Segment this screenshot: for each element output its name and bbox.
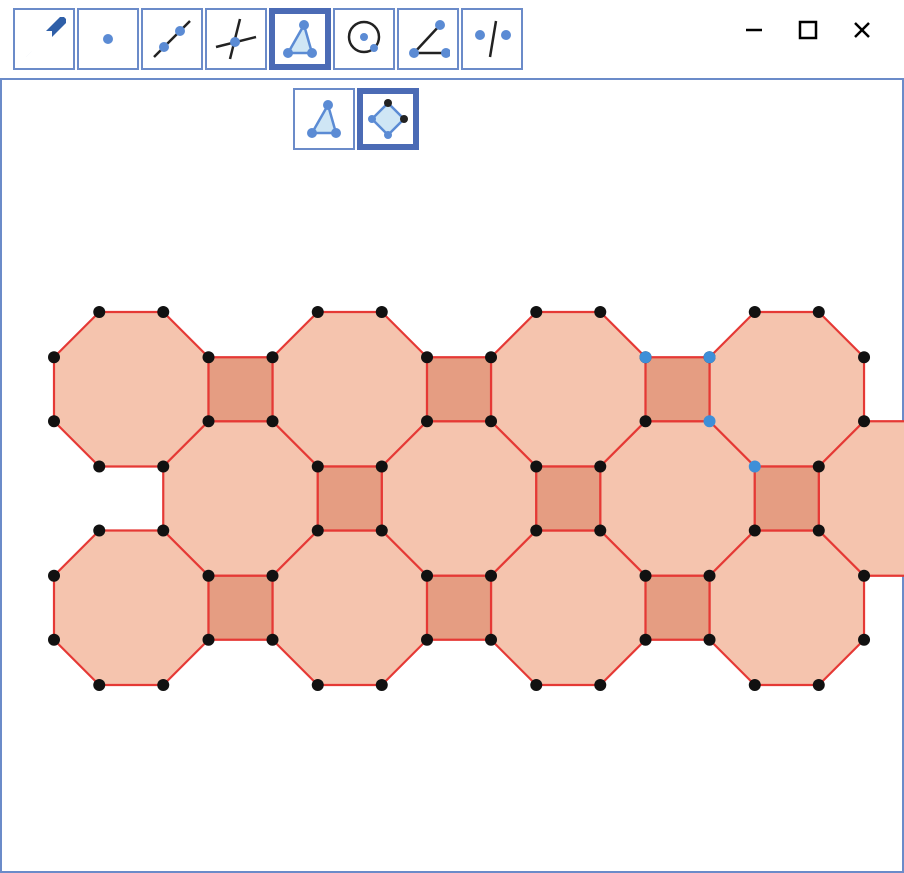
vertex-point[interactable] [267, 570, 279, 582]
vertex-point[interactable] [157, 525, 169, 537]
vertex-point[interactable] [749, 461, 761, 473]
vertex-point[interactable] [813, 679, 825, 691]
octagon[interactable] [710, 531, 865, 686]
vertex-point[interactable] [203, 351, 215, 363]
vertex-point[interactable] [376, 679, 388, 691]
vertex-point[interactable] [640, 415, 652, 427]
vertex-point[interactable] [48, 634, 60, 646]
geometry-app-window [0, 0, 904, 873]
vertex-point[interactable] [813, 525, 825, 537]
vertex-point[interactable] [48, 415, 60, 427]
vertex-point[interactable] [530, 679, 542, 691]
vertex-point[interactable] [485, 351, 497, 363]
vertex-point[interactable] [813, 461, 825, 473]
square[interactable] [646, 576, 710, 640]
octagon[interactable] [491, 531, 646, 686]
square[interactable] [209, 357, 273, 421]
square[interactable] [646, 357, 710, 421]
vertex-point[interactable] [421, 570, 433, 582]
vertex-point[interactable] [48, 570, 60, 582]
vertex-point[interactable] [485, 634, 497, 646]
vertex-point[interactable] [813, 306, 825, 318]
vertex-point[interactable] [704, 415, 716, 427]
vertex-point[interactable] [312, 461, 324, 473]
vertex-point[interactable] [93, 679, 105, 691]
vertex-point[interactable] [858, 415, 870, 427]
vertex-point[interactable] [157, 679, 169, 691]
vertex-point[interactable] [640, 570, 652, 582]
vertex-point[interactable] [530, 306, 542, 318]
vertex-point[interactable] [157, 306, 169, 318]
vertex-point[interactable] [93, 461, 105, 473]
square[interactable] [318, 467, 382, 531]
vertex-point[interactable] [93, 306, 105, 318]
vertex-point[interactable] [530, 525, 542, 537]
vertex-point[interactable] [594, 306, 606, 318]
vertex-point[interactable] [203, 634, 215, 646]
vertex-point[interactable] [421, 351, 433, 363]
octagon[interactable] [273, 531, 428, 686]
vertex-point[interactable] [594, 525, 606, 537]
vertex-point[interactable] [312, 525, 324, 537]
square[interactable] [427, 576, 491, 640]
vertex-point[interactable] [704, 634, 716, 646]
vertex-point[interactable] [858, 570, 870, 582]
vertex-point[interactable] [858, 351, 870, 363]
vertex-point[interactable] [312, 679, 324, 691]
vertex-point[interactable] [376, 461, 388, 473]
vertex-point[interactable] [421, 415, 433, 427]
vertex-point[interactable] [749, 679, 761, 691]
vertex-point[interactable] [749, 525, 761, 537]
vertex-point[interactable] [376, 306, 388, 318]
construction-canvas[interactable] [0, 0, 904, 873]
square[interactable] [755, 467, 819, 531]
vertex-point[interactable] [157, 461, 169, 473]
vertex-point[interactable] [858, 634, 870, 646]
vertex-point[interactable] [640, 351, 652, 363]
vertex-point[interactable] [267, 351, 279, 363]
vertex-point[interactable] [485, 415, 497, 427]
vertex-point[interactable] [485, 570, 497, 582]
square[interactable] [536, 467, 600, 531]
vertex-point[interactable] [48, 351, 60, 363]
vertex-point[interactable] [312, 306, 324, 318]
square[interactable] [209, 576, 273, 640]
vertex-point[interactable] [267, 634, 279, 646]
vertex-point[interactable] [93, 525, 105, 537]
vertex-point[interactable] [421, 634, 433, 646]
vertex-point[interactable] [267, 415, 279, 427]
vertex-point[interactable] [594, 679, 606, 691]
octagon[interactable] [54, 531, 209, 686]
vertex-point[interactable] [203, 570, 215, 582]
vertex-point[interactable] [594, 461, 606, 473]
square[interactable] [427, 357, 491, 421]
vertex-point[interactable] [640, 634, 652, 646]
vertex-point[interactable] [704, 570, 716, 582]
vertex-point[interactable] [376, 525, 388, 537]
vertex-point[interactable] [704, 351, 716, 363]
vertex-point[interactable] [203, 415, 215, 427]
vertex-point[interactable] [749, 306, 761, 318]
vertex-point[interactable] [530, 461, 542, 473]
